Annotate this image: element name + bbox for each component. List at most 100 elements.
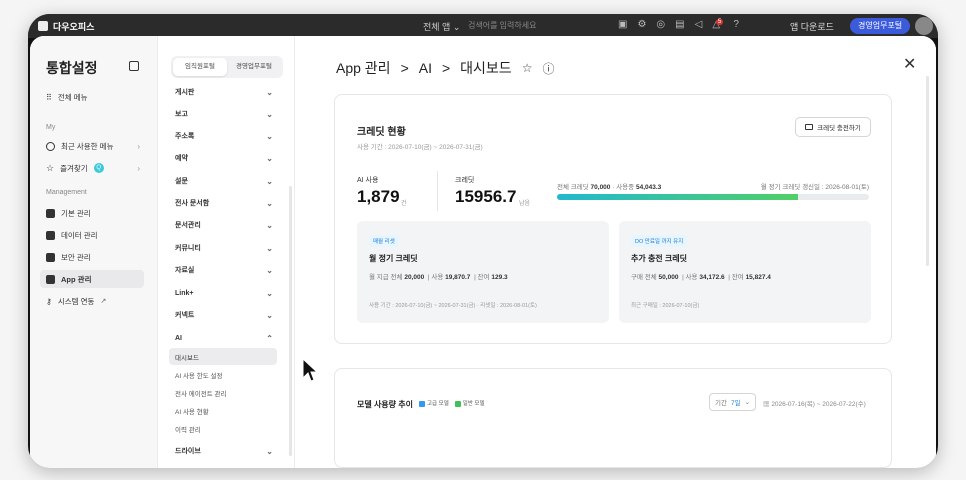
monthly-tag: 매월 리셋 xyxy=(369,235,399,247)
menu-board[interactable]: 게시판 ⌄ xyxy=(169,83,277,101)
paid-label: 월 지급 전체 xyxy=(369,274,403,281)
close-icon[interactable]: ✕ xyxy=(903,54,916,74)
avatar[interactable] xyxy=(915,17,933,35)
menu-drive[interactable]: 드라이브 ⌄ xyxy=(169,442,277,460)
submenu-ai-usage[interactable]: AI 사용 현황 xyxy=(169,402,277,419)
download-link[interactable]: 앱 다운로드 xyxy=(790,20,834,33)
extra-stats: 구매 전체 50,000 | 사용 34,172.6 | 잔여 15,827.4 xyxy=(631,271,771,281)
chevron-down-icon: ⌄ xyxy=(266,87,273,97)
bell-icon[interactable]: △5 xyxy=(712,19,724,30)
date-range-text: 2026-07-16(목) ~ 2026-07-22(수) xyxy=(771,401,866,408)
menu-label: 예약 xyxy=(175,155,188,162)
speaker-icon[interactable]: ◁ xyxy=(695,19,703,30)
menu-linkplus[interactable]: Link+ ⌄ xyxy=(169,284,277,302)
left-label: | 잔여 xyxy=(728,274,744,281)
sidebar-item-integration[interactable]: ⚷ 시스템 연동 ↗ xyxy=(40,292,144,310)
logo-icon xyxy=(38,21,48,31)
period-value: 7일 xyxy=(730,400,741,407)
chevron-down-icon: ⌄ xyxy=(266,446,273,456)
sidebar-item-label: 보안 관리 xyxy=(61,252,91,262)
submenu-agent-mgmt[interactable]: 전사 에이전트 관리 xyxy=(169,384,277,401)
menu-reservation[interactable]: 예약 ⌄ xyxy=(169,149,277,167)
menu-community[interactable]: 커뮤니티 ⌄ xyxy=(169,239,277,257)
main-scrollbar[interactable] xyxy=(926,76,929,266)
nav-scrollbar[interactable] xyxy=(289,186,292,456)
menu-survey[interactable]: 설문 ⌄ xyxy=(169,172,277,190)
gift-icon[interactable]: ▤ xyxy=(675,19,684,30)
legend-swatch xyxy=(419,400,425,407)
menu-ai[interactable]: AI ⌃ xyxy=(169,329,277,347)
period-label: 기간 xyxy=(715,400,727,407)
menu-contacts[interactable]: 주소록 ⌄ xyxy=(169,127,277,145)
sidebar-item-basic[interactable]: 기본 관리 xyxy=(40,204,144,222)
grid-icon: ⠿ xyxy=(46,92,52,102)
main-content: App 관리 > AI > 대시보드 ☆ ⓘ ✕ 크레딧 현황 사용 기간 : … xyxy=(296,36,936,468)
credit-progress-fill xyxy=(557,194,798,200)
breadcrumb-ai[interactable]: AI xyxy=(419,60,432,76)
breadcrumb-app[interactable]: App 관리 xyxy=(336,58,391,78)
menu-library[interactable]: 자료실 ⌄ xyxy=(169,261,277,279)
recent-label: 최근 사용한 메뉴 xyxy=(61,141,114,151)
key-icon: ⚷ xyxy=(46,296,52,306)
ai-use-unit: 건 xyxy=(401,201,407,207)
chevron-down-icon: ⌄ xyxy=(266,288,273,298)
tab-business-portal[interactable]: 경영업무포털 xyxy=(227,58,281,76)
legend-swatch xyxy=(454,400,461,407)
date-range[interactable]: ▦ 2026-07-16(목) ~ 2026-07-22(수) xyxy=(763,398,866,408)
settings-icon[interactable]: ⚙ xyxy=(637,19,646,30)
sidebar-item-label: 시스템 연동 xyxy=(57,296,95,306)
chevron-down-icon: ⌄ xyxy=(266,220,273,230)
clock-icon xyxy=(46,141,55,151)
menu-report[interactable]: 보고 ⌄ xyxy=(169,105,277,123)
menu-doc-mgmt[interactable]: 문서관리 ⌄ xyxy=(169,216,277,234)
legend-item: 고급 모델 xyxy=(419,399,449,407)
help-icon[interactable]: ⓘ xyxy=(542,60,554,77)
apps-icon xyxy=(46,274,55,284)
submenu-history[interactable]: 이력 관리 xyxy=(169,420,277,437)
sidebar-item-data[interactable]: 데이터 관리 xyxy=(40,226,144,244)
all-apps-dropdown[interactable]: 전체 앱 ⌄ xyxy=(423,20,460,33)
section-my: My xyxy=(46,124,56,131)
favorites-item[interactable]: ☆ 즐겨찾기 Q › xyxy=(40,159,144,177)
all-menu-item[interactable]: ⠿ 전체 메뉴 xyxy=(40,88,144,106)
menu-connect[interactable]: 커넥트 ⌄ xyxy=(169,306,277,324)
star-icon[interactable]: ☆ xyxy=(522,61,533,75)
legend-label: 고급 모델 xyxy=(427,401,449,407)
ai-use-value: 1,879 xyxy=(357,187,400,206)
credit-value: 15956.7 xyxy=(455,187,517,206)
divider xyxy=(437,171,438,211)
recent-menu-item[interactable]: 최근 사용한 메뉴 › xyxy=(40,137,144,155)
notif-badge: 5 xyxy=(716,19,724,25)
mouse-cursor-icon xyxy=(302,358,318,382)
chevron-down-icon: ⌄ xyxy=(266,243,273,253)
credit-progress-bar xyxy=(557,194,869,200)
chevron-right-icon: › xyxy=(137,163,140,173)
submenu-ai-limit[interactable]: AI 사용 한도 설정 xyxy=(169,366,277,383)
section-management: Management xyxy=(46,189,87,196)
period-select[interactable]: 기간 7일 ⌄ xyxy=(709,393,757,411)
menu-label: AI xyxy=(175,334,182,342)
charge-credit-button[interactable]: 크레딧 충전하기 xyxy=(795,117,871,137)
settings-panel: 통합설정 ⠿ 전체 메뉴 My 최근 사용한 메뉴 › ☆ 즐겨찾기 Q › Manage… xyxy=(30,36,936,468)
menu-company-docs[interactable]: 전사 문서함 ⌄ xyxy=(169,194,277,212)
calendar-icon: ▦ xyxy=(763,401,770,408)
help-icon[interactable]: ? xyxy=(733,19,739,30)
favorites-label: 즐겨찾기 xyxy=(60,163,88,173)
sidebar-item-app[interactable]: App 관리 xyxy=(40,270,144,288)
submenu-dashboard[interactable]: 대시보드 xyxy=(169,348,277,365)
sidebar-toggle-icon[interactable] xyxy=(129,61,139,71)
chevron-up-icon: ⌃ xyxy=(266,333,273,343)
external-link-icon: ↗ xyxy=(100,298,107,305)
credit-label: 크레딧 xyxy=(455,177,475,184)
search-input[interactable]: 검색어를 입력하세요 xyxy=(468,20,598,33)
paid-value: 20,000 xyxy=(404,274,425,281)
tab-employee-portal[interactable]: 임직원포털 xyxy=(173,58,227,76)
calendar-icon[interactable]: ▣ xyxy=(618,19,627,30)
used-label: | 사용 xyxy=(427,274,444,281)
portal-button[interactable]: 경영업무포털 xyxy=(850,18,911,34)
left-label: | 잔여 xyxy=(474,274,490,281)
brand[interactable]: 다우오피스 xyxy=(38,20,94,33)
sidebar-item-security[interactable]: 보안 관리 xyxy=(40,248,144,266)
monthly-stats: 월 지급 전체 20,000 | 사용 19,870.7 | 잔여 129.3 xyxy=(369,271,508,281)
org-icon[interactable]: ◎ xyxy=(656,19,665,30)
